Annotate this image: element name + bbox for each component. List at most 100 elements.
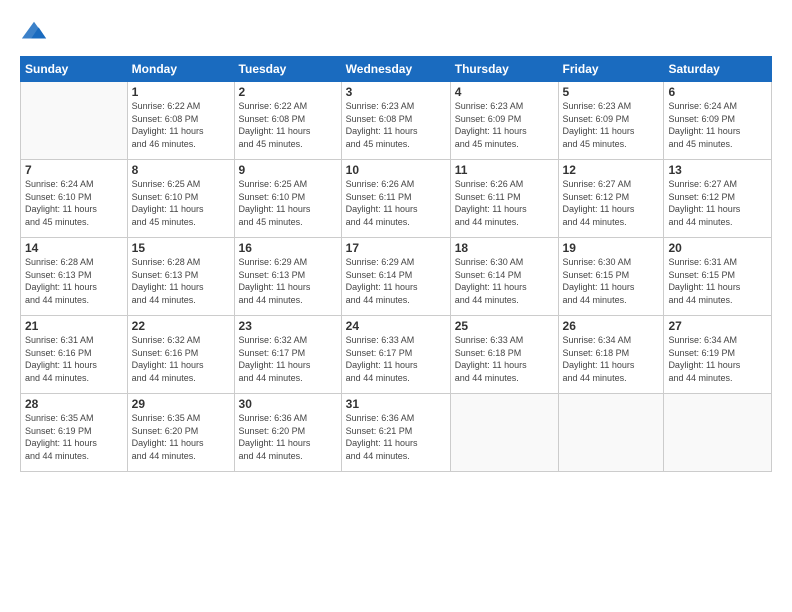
calendar-cell: 12Sunrise: 6:27 AM Sunset: 6:12 PM Dayli… (558, 160, 664, 238)
day-number: 16 (239, 241, 337, 255)
day-number: 14 (25, 241, 123, 255)
day-info: Sunrise: 6:23 AM Sunset: 6:08 PM Dayligh… (346, 100, 446, 150)
calendar-header-friday: Friday (558, 57, 664, 82)
day-info: Sunrise: 6:27 AM Sunset: 6:12 PM Dayligh… (563, 178, 660, 228)
day-number: 26 (563, 319, 660, 333)
day-info: Sunrise: 6:31 AM Sunset: 6:16 PM Dayligh… (25, 334, 123, 384)
day-number: 1 (132, 85, 230, 99)
calendar-cell: 29Sunrise: 6:35 AM Sunset: 6:20 PM Dayli… (127, 394, 234, 472)
day-number: 20 (668, 241, 767, 255)
day-number: 5 (563, 85, 660, 99)
calendar-cell (21, 82, 128, 160)
calendar-cell: 28Sunrise: 6:35 AM Sunset: 6:19 PM Dayli… (21, 394, 128, 472)
calendar-header-thursday: Thursday (450, 57, 558, 82)
day-info: Sunrise: 6:36 AM Sunset: 6:21 PM Dayligh… (346, 412, 446, 462)
calendar-cell: 23Sunrise: 6:32 AM Sunset: 6:17 PM Dayli… (234, 316, 341, 394)
day-number: 25 (455, 319, 554, 333)
calendar-week-2: 7Sunrise: 6:24 AM Sunset: 6:10 PM Daylig… (21, 160, 772, 238)
calendar-cell: 16Sunrise: 6:29 AM Sunset: 6:13 PM Dayli… (234, 238, 341, 316)
calendar-cell: 22Sunrise: 6:32 AM Sunset: 6:16 PM Dayli… (127, 316, 234, 394)
day-info: Sunrise: 6:25 AM Sunset: 6:10 PM Dayligh… (132, 178, 230, 228)
day-number: 4 (455, 85, 554, 99)
page: SundayMondayTuesdayWednesdayThursdayFrid… (0, 0, 792, 612)
calendar-week-3: 14Sunrise: 6:28 AM Sunset: 6:13 PM Dayli… (21, 238, 772, 316)
day-info: Sunrise: 6:23 AM Sunset: 6:09 PM Dayligh… (455, 100, 554, 150)
calendar-cell: 13Sunrise: 6:27 AM Sunset: 6:12 PM Dayli… (664, 160, 772, 238)
day-number: 28 (25, 397, 123, 411)
day-number: 24 (346, 319, 446, 333)
day-info: Sunrise: 6:28 AM Sunset: 6:13 PM Dayligh… (132, 256, 230, 306)
day-info: Sunrise: 6:28 AM Sunset: 6:13 PM Dayligh… (25, 256, 123, 306)
calendar-cell: 14Sunrise: 6:28 AM Sunset: 6:13 PM Dayli… (21, 238, 128, 316)
day-info: Sunrise: 6:23 AM Sunset: 6:09 PM Dayligh… (563, 100, 660, 150)
calendar-cell: 3Sunrise: 6:23 AM Sunset: 6:08 PM Daylig… (341, 82, 450, 160)
calendar-cell: 25Sunrise: 6:33 AM Sunset: 6:18 PM Dayli… (450, 316, 558, 394)
header (20, 18, 772, 46)
calendar-header-sunday: Sunday (21, 57, 128, 82)
day-number: 19 (563, 241, 660, 255)
calendar-cell: 21Sunrise: 6:31 AM Sunset: 6:16 PM Dayli… (21, 316, 128, 394)
calendar-header-tuesday: Tuesday (234, 57, 341, 82)
day-number: 31 (346, 397, 446, 411)
day-number: 3 (346, 85, 446, 99)
day-info: Sunrise: 6:34 AM Sunset: 6:18 PM Dayligh… (563, 334, 660, 384)
day-info: Sunrise: 6:35 AM Sunset: 6:19 PM Dayligh… (25, 412, 123, 462)
day-info: Sunrise: 6:27 AM Sunset: 6:12 PM Dayligh… (668, 178, 767, 228)
day-number: 18 (455, 241, 554, 255)
day-info: Sunrise: 6:25 AM Sunset: 6:10 PM Dayligh… (239, 178, 337, 228)
day-info: Sunrise: 6:34 AM Sunset: 6:19 PM Dayligh… (668, 334, 767, 384)
calendar-cell: 2Sunrise: 6:22 AM Sunset: 6:08 PM Daylig… (234, 82, 341, 160)
calendar-cell: 5Sunrise: 6:23 AM Sunset: 6:09 PM Daylig… (558, 82, 664, 160)
day-info: Sunrise: 6:26 AM Sunset: 6:11 PM Dayligh… (455, 178, 554, 228)
calendar-cell: 26Sunrise: 6:34 AM Sunset: 6:18 PM Dayli… (558, 316, 664, 394)
day-info: Sunrise: 6:36 AM Sunset: 6:20 PM Dayligh… (239, 412, 337, 462)
day-number: 17 (346, 241, 446, 255)
day-number: 6 (668, 85, 767, 99)
day-info: Sunrise: 6:30 AM Sunset: 6:14 PM Dayligh… (455, 256, 554, 306)
day-number: 30 (239, 397, 337, 411)
calendar-week-4: 21Sunrise: 6:31 AM Sunset: 6:16 PM Dayli… (21, 316, 772, 394)
logo (20, 18, 52, 46)
day-info: Sunrise: 6:35 AM Sunset: 6:20 PM Dayligh… (132, 412, 230, 462)
calendar-cell: 15Sunrise: 6:28 AM Sunset: 6:13 PM Dayli… (127, 238, 234, 316)
calendar-header-saturday: Saturday (664, 57, 772, 82)
calendar-cell: 31Sunrise: 6:36 AM Sunset: 6:21 PM Dayli… (341, 394, 450, 472)
day-number: 10 (346, 163, 446, 177)
calendar-table: SundayMondayTuesdayWednesdayThursdayFrid… (20, 56, 772, 472)
day-info: Sunrise: 6:32 AM Sunset: 6:17 PM Dayligh… (239, 334, 337, 384)
day-info: Sunrise: 6:31 AM Sunset: 6:15 PM Dayligh… (668, 256, 767, 306)
day-number: 2 (239, 85, 337, 99)
calendar-cell (450, 394, 558, 472)
calendar-cell: 8Sunrise: 6:25 AM Sunset: 6:10 PM Daylig… (127, 160, 234, 238)
day-number: 27 (668, 319, 767, 333)
calendar-cell: 4Sunrise: 6:23 AM Sunset: 6:09 PM Daylig… (450, 82, 558, 160)
day-info: Sunrise: 6:29 AM Sunset: 6:14 PM Dayligh… (346, 256, 446, 306)
calendar-header-wednesday: Wednesday (341, 57, 450, 82)
calendar-cell (664, 394, 772, 472)
calendar-cell: 7Sunrise: 6:24 AM Sunset: 6:10 PM Daylig… (21, 160, 128, 238)
calendar-week-1: 1 Sunrise: 6:22 AM Sunset: 6:08 PM Daylig… (21, 82, 772, 160)
calendar-cell: 30Sunrise: 6:36 AM Sunset: 6:20 PM Dayli… (234, 394, 341, 472)
day-info: Sunrise: 6:32 AM Sunset: 6:16 PM Dayligh… (132, 334, 230, 384)
calendar-cell: 6Sunrise: 6:24 AM Sunset: 6:09 PM Daylig… (664, 82, 772, 160)
calendar-cell: 24Sunrise: 6:33 AM Sunset: 6:17 PM Dayli… (341, 316, 450, 394)
day-info: Sunrise: 6:22 AM Sunset: 6:08 PM Dayligh… (239, 100, 337, 150)
day-number: 23 (239, 319, 337, 333)
day-number: 15 (132, 241, 230, 255)
calendar-cell: 20Sunrise: 6:31 AM Sunset: 6:15 PM Dayli… (664, 238, 772, 316)
calendar-cell (558, 394, 664, 472)
day-info: Sunrise: 6:24 AM Sunset: 6:10 PM Dayligh… (25, 178, 123, 228)
calendar-cell: 17Sunrise: 6:29 AM Sunset: 6:14 PM Dayli… (341, 238, 450, 316)
calendar-header-monday: Monday (127, 57, 234, 82)
calendar-cell: 19Sunrise: 6:30 AM Sunset: 6:15 PM Dayli… (558, 238, 664, 316)
day-number: 21 (25, 319, 123, 333)
day-info: Sunrise: 6:33 AM Sunset: 6:18 PM Dayligh… (455, 334, 554, 384)
day-number: 13 (668, 163, 767, 177)
calendar-week-5: 28Sunrise: 6:35 AM Sunset: 6:19 PM Dayli… (21, 394, 772, 472)
day-number: 12 (563, 163, 660, 177)
calendar-cell: 9Sunrise: 6:25 AM Sunset: 6:10 PM Daylig… (234, 160, 341, 238)
day-number: 8 (132, 163, 230, 177)
calendar-cell: 1Sunrise: 6:22 AM Sunset: 6:08 PM Daylig… (127, 82, 234, 160)
day-number: 9 (239, 163, 337, 177)
calendar-cell: 18Sunrise: 6:30 AM Sunset: 6:14 PM Dayli… (450, 238, 558, 316)
